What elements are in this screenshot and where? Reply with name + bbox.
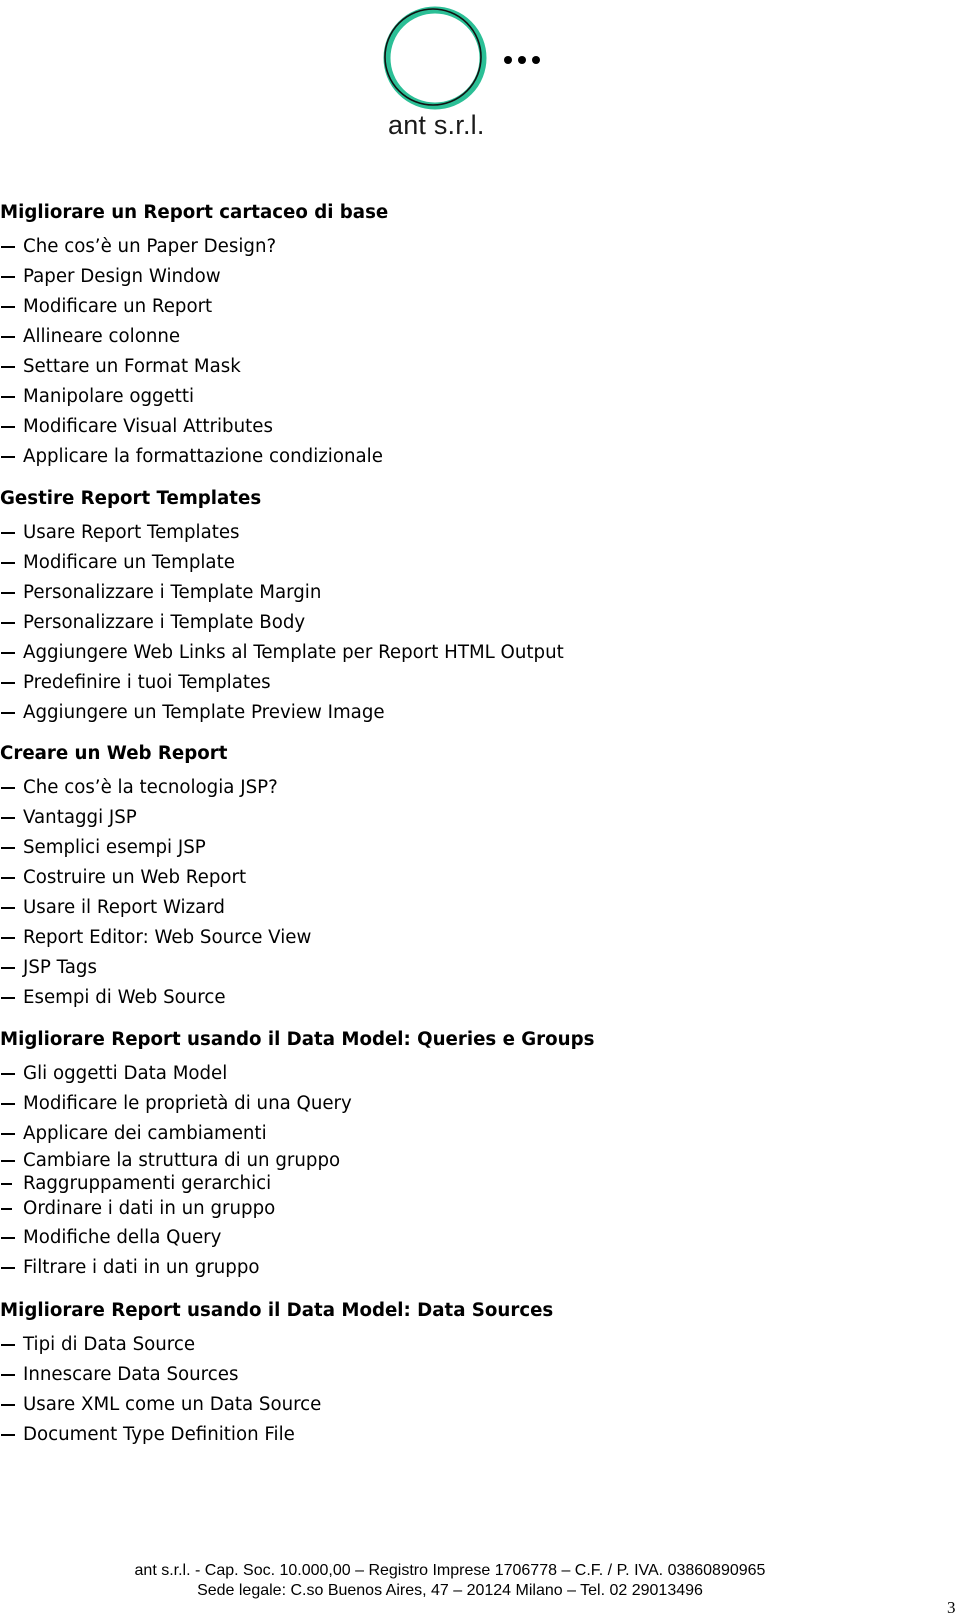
dash-bullet-icon [1, 712, 15, 714]
dash-bullet-icon [1, 366, 15, 368]
dash-bullet-icon [1, 937, 15, 939]
list-item: Vantaggi JSP [0, 803, 311, 833]
section-heading: Migliorare Report usando il Data Model: … [0, 1300, 554, 1321]
dash-bullet-icon [1, 1374, 15, 1376]
list-item: Ordinare i dati in un gruppo [0, 1195, 594, 1223]
dash-bullet-icon [1, 907, 15, 909]
dash-bullet-icon [1, 1073, 15, 1075]
company-logo: ant s.r.l. [380, 6, 560, 141]
dash-bullet-icon [1, 847, 15, 849]
footer-company-info: ant s.r.l. - Cap. Soc. 10.000,00 – Regis… [134, 1562, 766, 1579]
dash-bullet-icon [1, 306, 15, 308]
list-item: Personalizzare i Template Margin [0, 578, 564, 608]
section-report-templates: Gestire Report Templates Usare Report Te… [0, 488, 564, 728]
dash-bullet-icon [1, 997, 15, 999]
logo-dot [518, 56, 526, 64]
list-item: Usare il Report Wizard [0, 893, 311, 923]
list-item: Report Editor: Web Source View [0, 923, 311, 953]
dash-bullet-icon [1, 1267, 15, 1269]
list-item: Paper Design Window [0, 262, 388, 292]
dash-bullet-icon [1, 787, 15, 789]
section-heading: Gestire Report Templates [0, 488, 262, 509]
dash-bullet-icon [1, 817, 15, 819]
dash-bullet-icon [1, 1404, 15, 1406]
list-item: Tipi di Data Source [0, 1330, 553, 1360]
list-item: Modificare un Report [0, 292, 388, 322]
logo-ring-icon [383, 6, 540, 110]
logo-dot [532, 56, 540, 64]
dash-bullet-icon [1, 1183, 12, 1185]
list-item: Modificare le proprietà di una Query [0, 1089, 594, 1119]
dash-bullet-icon [1, 652, 15, 654]
list-item: Semplici esempi JSP [0, 833, 311, 863]
dash-bullet-icon [1, 532, 15, 534]
list-item: Manipolare oggetti [0, 382, 388, 412]
footer-address: Sede legale: C.so Buenos Aires, 47 – 201… [197, 1582, 703, 1599]
list-item: Modificare un Template [0, 548, 564, 578]
list-item: Raggruppamenti gerarchici [0, 1173, 594, 1195]
dash-bullet-icon [1, 682, 15, 684]
dash-bullet-icon [1, 562, 15, 564]
list-item: Modifiche della Query [0, 1223, 594, 1253]
list-item: Innescare Data Sources [0, 1360, 553, 1390]
logo-text: ant s.r.l. [388, 110, 485, 140]
page-number: 3 [947, 1598, 956, 1617]
list-item: JSP Tags [0, 953, 311, 983]
list-item: Usare Report Templates [0, 518, 564, 548]
section-web-report: Creare un Web Report Che cos’è la tecnol… [0, 743, 311, 1013]
dash-bullet-icon [1, 1434, 15, 1436]
list-item: Costruire un Web Report [0, 863, 311, 893]
dash-bullet-icon [1, 1160, 15, 1162]
list-item: Filtrare i dati in un gruppo [0, 1253, 594, 1283]
list-item: Che cos’è un Paper Design? [0, 232, 388, 262]
list-item: Applicare dei cambiamenti [0, 1119, 594, 1149]
dash-bullet-icon [1, 246, 15, 248]
section-paper-report: Migliorare un Report cartaceo di base Ch… [0, 202, 388, 472]
dash-bullet-icon [1, 622, 15, 624]
dash-bullet-icon [1, 1208, 12, 1210]
section-heading: Migliorare Report usando il Data Model: … [0, 1029, 595, 1050]
dash-bullet-icon [1, 426, 15, 428]
list-item: Esempi di Web Source [0, 983, 311, 1013]
list-item: Allineare colonne [0, 322, 388, 352]
list-item: Personalizzare i Template Body [0, 608, 564, 638]
list-item: Cambiare la struttura di un gruppo [0, 1149, 594, 1173]
dash-bullet-icon [1, 1237, 15, 1239]
list-item: Aggiungere un Template Preview Image [0, 698, 564, 728]
dash-bullet-icon [1, 1344, 15, 1346]
dash-bullet-icon [1, 276, 15, 278]
list-item: Usare XML come un Data Source [0, 1390, 553, 1420]
dash-bullet-icon [1, 877, 15, 879]
list-item: Settare un Format Mask [0, 352, 388, 382]
section-data-model-queries: Migliorare Report usando il Data Model: … [0, 1029, 594, 1283]
list-item: Document Type Definition File [0, 1420, 553, 1450]
dash-bullet-icon [1, 396, 15, 398]
list-item: Aggiungere Web Links al Template per Rep… [0, 638, 564, 668]
list-item: Che cos’è la tecnologia JSP? [0, 773, 311, 803]
dash-bullet-icon [1, 456, 15, 458]
list-item: Predefinire i tuoi Templates [0, 668, 564, 698]
list-item: Applicare la formattazione condizionale [0, 442, 388, 472]
section-data-sources: Migliorare Report usando il Data Model: … [0, 1300, 553, 1450]
dash-bullet-icon [1, 967, 15, 969]
dash-bullet-icon [1, 336, 15, 338]
section-heading: Creare un Web Report [0, 743, 228, 764]
list-item: Gli oggetti Data Model [0, 1059, 594, 1089]
dash-bullet-icon [1, 1133, 15, 1135]
logo-dot [504, 56, 512, 64]
section-heading: Migliorare un Report cartaceo di base [0, 202, 389, 223]
dash-bullet-icon [1, 1103, 15, 1105]
list-item: Modificare Visual Attributes [0, 412, 388, 442]
dash-bullet-icon [1, 592, 15, 594]
